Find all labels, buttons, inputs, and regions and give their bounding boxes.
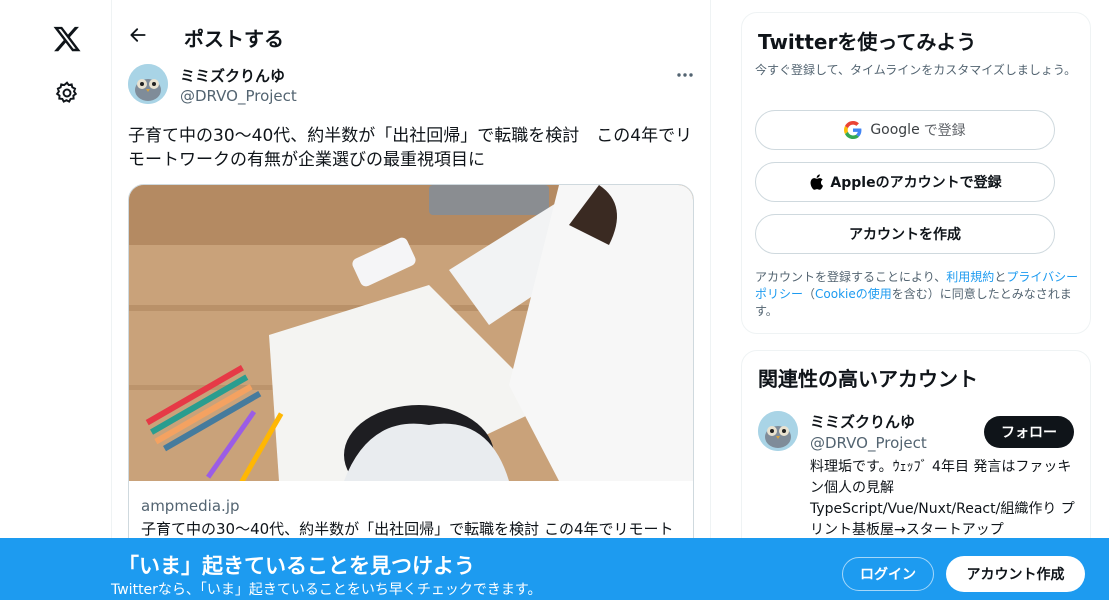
related-account-bio: 料理垢です。ｳｪｯﾌﾞ 4年目 発言はファッキン個人の見解 TypeScript… xyxy=(810,459,1075,538)
card-title: 子育て中の30〜40代、約半数が「出社回帰」で転職を検討 この4年でリモート xyxy=(141,520,674,538)
google-brand-label: Google xyxy=(870,122,920,138)
author-name[interactable]: ミミズクりんゆ xyxy=(180,65,285,86)
main-column: ポストする ミミズクりんゆ @DRVO_Project 子育て中の30〜40代、… xyxy=(111,0,711,600)
card-domain: ampmedia.jp xyxy=(141,497,240,515)
related-title: 関連性の高いアカウント xyxy=(758,367,978,391)
left-nav xyxy=(0,0,112,600)
create-account-button[interactable]: アカウントを作成 xyxy=(755,214,1055,254)
link-card[interactable]: ampmedia.jp 子育て中の30〜40代、約半数が「出社回帰」で転職を検討… xyxy=(128,184,694,564)
banner-subtitle: Twitterなら、「いま」起きていることをいち早くチェックできます。 xyxy=(111,582,542,598)
author-handle[interactable]: @DRVO_Project xyxy=(180,87,297,105)
follow-button[interactable]: フォロー xyxy=(984,416,1074,448)
google-icon xyxy=(844,121,862,139)
signup-title: Twitterを使ってみよう xyxy=(758,30,977,54)
arrow-left-icon[interactable] xyxy=(128,25,148,45)
signup-panel: Twitterを使ってみよう 今すぐ登録して、タイムラインをカスタマイズしましょ… xyxy=(741,12,1091,334)
apple-signup-button[interactable]: Appleのアカウントで登録 xyxy=(755,162,1055,202)
related-account-name[interactable]: ミミズクりんゆ xyxy=(810,411,915,432)
cookie-link[interactable]: Cookieの使用 xyxy=(815,287,892,301)
legal-text-3: （ xyxy=(803,287,816,301)
author-avatar[interactable] xyxy=(128,64,168,104)
avatar[interactable] xyxy=(758,411,798,451)
tweet-text: 子育て中の30〜40代、約半数が「出社回帰」で転職を検討 この4年でリモートワー… xyxy=(128,126,693,170)
more-dots-icon[interactable] xyxy=(674,66,696,84)
signup-banner: 「いま」起きていることを見つけよう Twitterなら、「いま」起きていることを… xyxy=(0,538,1109,600)
google-signup-label: で登録 xyxy=(923,123,966,139)
terms-link[interactable]: 利用規約 xyxy=(946,270,994,284)
legal-text-1: アカウントを登録することにより、 xyxy=(755,270,947,284)
banner-title: 「いま」起きていることを見つけよう xyxy=(118,554,475,578)
x-logo-icon[interactable] xyxy=(52,24,82,54)
related-account-handle[interactable]: @DRVO_Project xyxy=(810,434,927,452)
apple-icon xyxy=(810,174,824,190)
legal-text-2: と xyxy=(994,270,1007,284)
signup-subtitle: 今すぐ登録して、タイムラインをカスタマイズしましょう。 xyxy=(755,63,1077,77)
legal-text: アカウントを登録することにより、利用規約とプライバシーポリシー（Cookieの使… xyxy=(755,269,1085,320)
banner-signup-button[interactable]: アカウント作成 xyxy=(946,556,1085,592)
card-image xyxy=(129,185,693,481)
page-title: ポストする xyxy=(184,27,284,51)
apple-signup-label: Appleのアカウントで登録 xyxy=(830,175,1002,191)
login-button[interactable]: ログイン xyxy=(842,557,934,591)
page-header: ポストする xyxy=(112,0,712,56)
create-account-label: アカウントを作成 xyxy=(849,227,961,243)
gear-icon[interactable] xyxy=(54,80,80,106)
google-signup-button[interactable]: Google で登録 xyxy=(755,110,1055,150)
